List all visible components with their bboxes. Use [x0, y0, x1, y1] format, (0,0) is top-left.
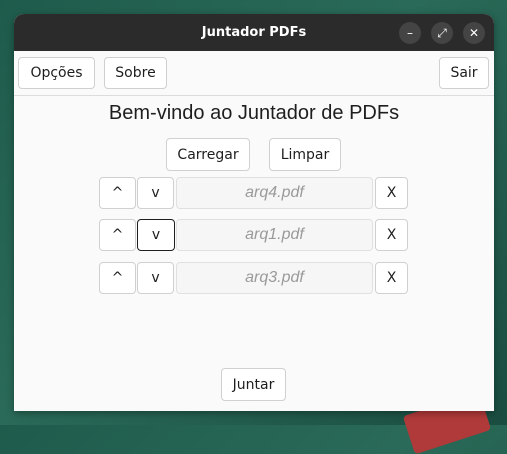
file-name-field[interactable]: arq1.pdf — [176, 219, 373, 251]
window-title: Juntador PDFs — [201, 25, 307, 40]
move-up-button[interactable]: ^ — [99, 219, 136, 251]
close-icon[interactable]: ✕ — [463, 22, 485, 44]
remove-file-button[interactable]: X — [375, 219, 408, 251]
options-button[interactable]: Opções — [18, 57, 95, 89]
quit-button[interactable]: Sair — [439, 57, 489, 89]
about-button[interactable]: Sobre — [104, 57, 167, 89]
move-up-button[interactable]: ^ — [99, 177, 136, 209]
remove-file-button[interactable]: X — [375, 262, 408, 294]
file-name-field[interactable]: arq3.pdf — [176, 262, 373, 294]
page-title: Bem-vindo ao Juntador de PDFs — [108, 102, 400, 124]
minimize-icon[interactable]: – — [399, 22, 421, 44]
merge-button[interactable]: Juntar — [221, 368, 286, 401]
clear-button[interactable]: Limpar — [269, 138, 341, 171]
move-down-button[interactable]: v — [137, 262, 174, 294]
file-name-field[interactable]: arq4.pdf — [176, 177, 373, 209]
load-button[interactable]: Carregar — [166, 138, 250, 171]
move-up-button[interactable]: ^ — [99, 262, 136, 294]
remove-file-button[interactable]: X — [375, 177, 408, 209]
title-bar: Juntador PDFs – ⤢ ✕ — [14, 14, 494, 51]
move-down-button[interactable]: v — [137, 177, 174, 209]
maximize-icon[interactable]: ⤢ — [431, 22, 453, 44]
toolbar: Opções Sobre Sair — [14, 51, 494, 96]
move-down-button[interactable]: v — [137, 219, 175, 251]
app-window: Juntador PDFs – ⤢ ✕ Opções Sobre Sair Be… — [14, 14, 494, 411]
